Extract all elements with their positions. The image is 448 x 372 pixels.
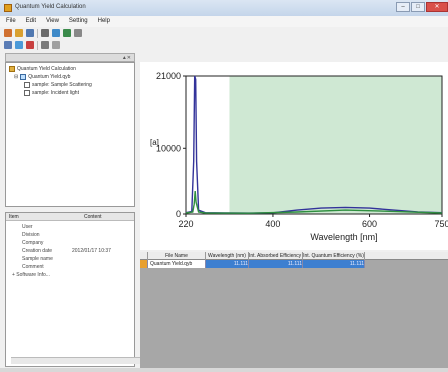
cell-quantum[interactable]: 11.111 xyxy=(303,260,365,268)
header-item: Item xyxy=(9,214,19,220)
collapse-icon[interactable]: ⊟ xyxy=(14,74,18,80)
y-axis-label: [a] xyxy=(150,138,159,147)
property-value: 2012/01/17 10:37 xyxy=(72,248,111,254)
property-key: + Software Info... xyxy=(12,272,50,278)
y-tick-label: 10000 xyxy=(156,143,181,153)
menu-view[interactable]: View xyxy=(40,16,63,27)
file-tree-panel: Quantum Yield Calculation ⊟ Quantum Yiel… xyxy=(5,62,135,207)
print-icon[interactable] xyxy=(41,29,49,37)
spectrum-chart[interactable]: 0 10000 21000 220 400 600 750 Wavelength [nm] [a… xyxy=(140,62,448,250)
properties-header: Item Content xyxy=(6,213,134,221)
property-row[interactable]: Company xyxy=(6,239,134,247)
property-row[interactable]: Division xyxy=(6,231,134,239)
x-tick-label: 400 xyxy=(265,219,280,229)
tree-item-label: sample: Incident light xyxy=(32,90,79,96)
row-selector[interactable] xyxy=(140,260,148,268)
col-wavelength[interactable]: Wavelength (nm) xyxy=(206,252,249,260)
grid-icon[interactable] xyxy=(41,41,49,49)
grid-header: File Name Wavelength (nm) Int. Absorbed … xyxy=(140,252,448,260)
tree-group[interactable]: ⊟ Quantum Yield.qyb xyxy=(14,74,70,80)
menu-file[interactable]: File xyxy=(0,16,20,27)
header-content: Content xyxy=(84,214,102,220)
chart-icon[interactable] xyxy=(52,41,60,49)
minimize-button[interactable]: – xyxy=(396,2,410,12)
pin-icon[interactable]: ▲✕ xyxy=(122,55,131,61)
shaded-region xyxy=(229,76,442,214)
tree-group-label: Quantum Yield.qyb xyxy=(28,74,71,80)
col-absorbed[interactable]: Int. Absorbed Efficiency (%) xyxy=(249,252,303,260)
property-key: Company xyxy=(22,240,44,246)
property-row[interactable]: Sample name xyxy=(6,255,134,263)
x-tick-label: 600 xyxy=(362,219,377,229)
menu-help[interactable]: Help xyxy=(92,16,114,27)
tree-item[interactable]: sample: Incident light xyxy=(24,90,79,96)
property-key: Comment xyxy=(22,264,44,270)
horizontal-scrollbar[interactable] xyxy=(11,357,141,364)
y-tick-label: 0 xyxy=(176,209,181,219)
calculate-icon[interactable] xyxy=(63,29,71,37)
table-row[interactable]: Quantum Yield.qyb 11.111 11.111 11.111 xyxy=(140,260,448,268)
delete-icon[interactable] xyxy=(26,41,34,49)
tree-panel-header: ▲✕ xyxy=(5,53,135,62)
toolbar-main xyxy=(0,27,448,39)
y-tick-label: 21000 xyxy=(156,71,181,81)
property-key: Creation date xyxy=(22,248,53,254)
results-grid: File Name Wavelength (nm) Int. Absorbed … xyxy=(140,252,448,372)
save-icon[interactable] xyxy=(26,29,34,37)
col-file-name[interactable]: File Name xyxy=(148,252,206,260)
property-key: Sample name xyxy=(22,256,53,262)
cell-absorbed[interactable]: 11.111 xyxy=(249,260,303,268)
status-bar xyxy=(0,368,448,372)
properties-panel: Item Content User Division Company Creat… xyxy=(5,212,141,367)
close-button[interactable]: ✕ xyxy=(426,2,448,12)
settings-icon[interactable] xyxy=(74,29,82,37)
data-file-icon xyxy=(20,74,27,80)
toolbar-secondary xyxy=(0,39,448,51)
tree-item-label: sample: Sample Scattering xyxy=(32,82,92,88)
x-tick-label: 750 xyxy=(434,219,448,229)
tree-root-label: Quantum Yield Calculation xyxy=(17,66,76,72)
menu-edit[interactable]: Edit xyxy=(20,16,40,27)
x-axis-label: Wavelength [nm] xyxy=(310,232,377,242)
cursor-icon[interactable] xyxy=(15,41,23,49)
cell-wavelength[interactable]: 11.111 xyxy=(206,260,249,268)
property-row[interactable]: Creation date 2012/01/17 10:37 xyxy=(6,247,134,255)
tree-root[interactable]: Quantum Yield Calculation xyxy=(9,66,76,72)
menu-bar: File Edit View Setting Help xyxy=(0,16,448,27)
property-key: Division xyxy=(22,232,40,238)
menu-setting[interactable]: Setting xyxy=(63,16,92,27)
property-row[interactable]: Comment xyxy=(6,263,134,271)
zoom-icon[interactable] xyxy=(4,41,12,49)
row-header-corner xyxy=(140,252,148,260)
new-file-icon[interactable] xyxy=(4,29,12,37)
folder-icon xyxy=(9,66,15,72)
maximize-button[interactable]: □ xyxy=(411,2,425,12)
spectrum-icon xyxy=(24,82,30,88)
property-row[interactable]: + Software Info... xyxy=(6,271,134,279)
window-title: Quantum Yield Calculation xyxy=(15,4,86,10)
cell-file-name[interactable]: Quantum Yield.qyb xyxy=(148,260,206,268)
chart-panel: 0 10000 21000 220 400 600 750 Wavelength [nm] [a… xyxy=(140,62,448,250)
property-key: User xyxy=(22,224,33,230)
app-window: Quantum Yield Calculation – □ ✕ File Edi… xyxy=(0,0,448,372)
open-folder-icon[interactable] xyxy=(15,29,23,37)
property-row[interactable]: User xyxy=(6,223,134,231)
measure-icon[interactable] xyxy=(52,29,60,37)
spectrum-icon xyxy=(24,90,30,96)
app-icon xyxy=(4,4,12,12)
col-quantum[interactable]: Int. Quantum Efficiency (%) xyxy=(303,252,365,260)
tree-item[interactable]: sample: Sample Scattering xyxy=(24,82,92,88)
x-tick-label: 220 xyxy=(178,219,193,229)
title-bar: Quantum Yield Calculation – □ ✕ xyxy=(0,0,448,16)
